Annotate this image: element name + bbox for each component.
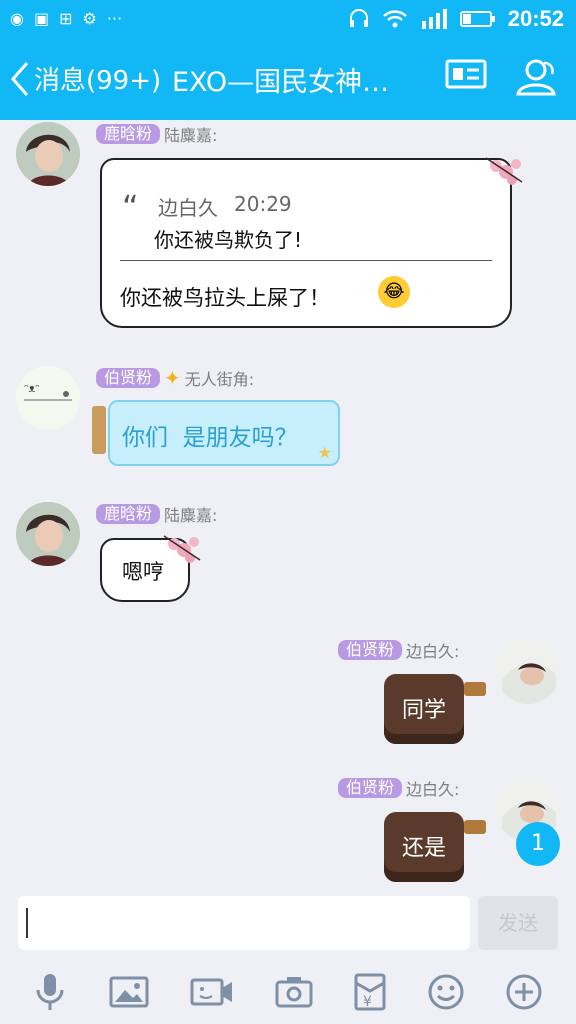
signal-icon [421, 9, 447, 29]
sender-name[interactable]: 边白久: [406, 638, 459, 662]
message-text: 你还被鸟拉头上屎了！ [120, 286, 330, 310]
camera-icon[interactable] [275, 974, 313, 1010]
sparkle-icon: ★ [317, 443, 332, 462]
clock: 20:52 [507, 6, 564, 31]
avatar[interactable] [16, 502, 80, 566]
back-button[interactable]: 消息(99+) [10, 60, 161, 97]
quote-text: 你还被鸟欺负了! [154, 228, 303, 252]
red-packet-icon[interactable]: ¥ [354, 973, 386, 1011]
svg-text:ᵔᴥᵔ: ᵔᴥᵔ [24, 382, 40, 395]
sender-name[interactable]: 陆麋嘉: [164, 122, 217, 146]
group-title[interactable]: EXO—国民女神… [172, 60, 389, 99]
fan-badge: 伯贤粉 [338, 640, 403, 660]
input-toolbar: ¥ [0, 962, 576, 1022]
chocolate-tab [464, 820, 486, 834]
more-notifications: ··· [106, 9, 123, 28]
message-bubble[interactable]: 还是 [384, 812, 464, 882]
image-icon[interactable] [109, 974, 149, 1010]
message-bubble-quote[interactable]: “ 边白久 20:29 你还被鸟欺负了! 你还被鸟拉头上屎了！ 😂 [100, 158, 512, 328]
message-text: 你们 是朋友吗？ [122, 425, 298, 451]
fan-badge: 鹿晗粉 [96, 504, 161, 524]
avatar[interactable] [16, 122, 80, 186]
chocolate-tab [464, 682, 486, 696]
wifi-icon [382, 10, 407, 28]
chat-header: 消息(99+) EXO—国民女神… [0, 40, 576, 120]
group-profile-icon[interactable] [444, 56, 488, 92]
group-members-icon[interactable] [514, 56, 560, 98]
message-text: 还是 [401, 836, 446, 861]
sender-name[interactable]: 边白久: [406, 776, 459, 800]
quote-block: “ 边白久 20:29 你还被鸟欺负了! [122, 188, 492, 252]
quote-mark-icon: “ [122, 188, 139, 226]
star-icon: ✦ [164, 366, 181, 390]
emoji-icon[interactable] [427, 973, 465, 1011]
message-bubble[interactable]: 同学 [384, 674, 464, 744]
laughing-emoji-icon: 😂 [378, 276, 410, 308]
add-icon[interactable] [505, 973, 543, 1011]
message-text: 同学 [401, 698, 446, 723]
svg-text:¥: ¥ [363, 994, 372, 1010]
message-text: 嗯哼 [122, 560, 164, 584]
fan-badge: 伯贤粉 [96, 368, 161, 388]
blossom-decoration-icon [485, 157, 523, 185]
chevron-left-icon [11, 61, 29, 96]
sender-name[interactable]: 陆麋嘉: [164, 502, 217, 526]
headphones-icon [349, 9, 368, 27]
image-icon: ▣ [33, 9, 50, 28]
status-bar: ◉ ▣ ⊞ ⚙ ··· 20:52 [0, 0, 576, 40]
settings-icon: ⚙ [82, 9, 97, 28]
sender-name[interactable]: 无人街角: [185, 366, 254, 390]
avatar[interactable] [496, 640, 560, 704]
message-bubble[interactable]: 你们 是朋友吗？ ★ [108, 400, 340, 466]
quote-time: 20:29 [234, 192, 292, 216]
microphone-icon[interactable] [32, 972, 68, 1012]
fan-badge: 伯贤粉 [338, 778, 403, 798]
message-list[interactable]: 鹿晗粉 陆麋嘉: “ 边白久 20:29 你还被鸟欺负了! 你还被鸟拉头上屎了！… [0, 120, 576, 890]
video-call-icon[interactable] [190, 974, 234, 1010]
avatar[interactable]: ᵔᴥᵔ [16, 366, 80, 430]
quote-author: 边白久 [158, 196, 218, 220]
blossom-decoration-icon [163, 535, 201, 563]
message-input[interactable] [18, 896, 470, 950]
app-icon: ◉ [10, 9, 24, 28]
notification-icons: ◉ ▣ ⊞ ⚙ ··· [10, 9, 122, 28]
new-message-badge[interactable]: 1 [516, 822, 560, 866]
jar-cork [92, 406, 106, 454]
battery-icon [459, 11, 495, 27]
fan-badge: 鹿晗粉 [96, 124, 161, 144]
quote-divider [120, 260, 492, 261]
input-bar: 发送 ¥ [0, 890, 576, 1024]
back-label: 消息(99+) [34, 66, 162, 96]
grid-icon: ⊞ [59, 9, 73, 28]
send-button[interactable]: 发送 [478, 896, 558, 950]
text-caret [26, 908, 28, 938]
